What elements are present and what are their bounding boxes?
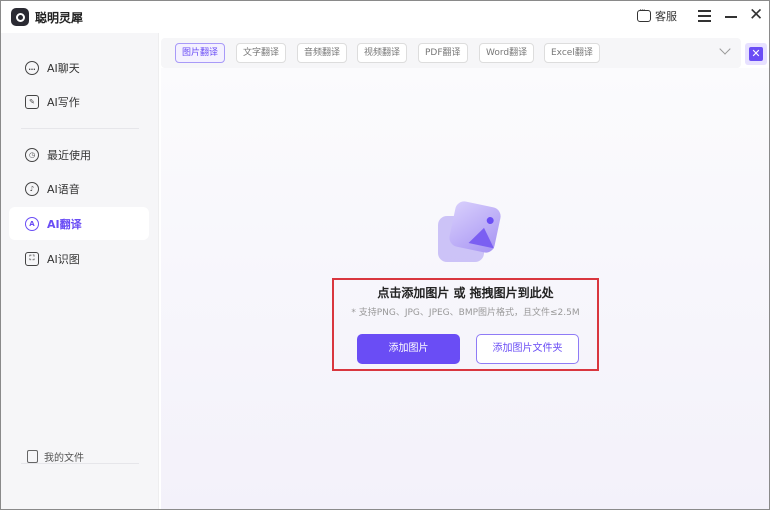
close-icon[interactable]: ✕ (749, 5, 763, 25)
sidebar-item-label: 最近使用 (47, 148, 91, 162)
voice-icon: ♪ (25, 181, 39, 196)
tab-word-translate[interactable]: Word翻译 (479, 43, 535, 63)
minimize-icon[interactable] (725, 16, 737, 18)
sidebar-item-label: AI写作 (47, 95, 80, 109)
sidebar-item-label: AI语音 (47, 182, 80, 196)
sidebar-item-ai-voice[interactable]: ♪ AI语音 (9, 172, 149, 205)
tab-text-translate[interactable]: 文字翻译 (236, 43, 287, 63)
my-files-link[interactable]: 我的文件 (27, 449, 84, 464)
customer-service-label: 客服 (655, 10, 677, 23)
app-logo-icon (11, 8, 29, 26)
menu-icon[interactable] (698, 10, 711, 22)
my-files-label: 我的文件 (44, 453, 84, 464)
tab-excel-translate[interactable]: Excel翻译 (544, 43, 600, 63)
chat-bubble-icon (637, 6, 651, 22)
chat-icon: … (25, 60, 39, 75)
history-icon: ◷ (25, 147, 39, 162)
image-recognition-icon: ⛶ (25, 251, 39, 266)
upload-drop-zone[interactable]: 点击添加图片 或 拖拽图片到此处 * 支持PNG、JPG、JPEG、BMP图片格… (332, 278, 599, 371)
tab-video-translate[interactable]: 视频翻译 (357, 43, 408, 63)
sidebar-item-ai-translate[interactable]: A AI翻译 (9, 207, 149, 240)
translate-icon: A (25, 216, 39, 231)
sidebar-item-label: AI识图 (47, 252, 80, 266)
app-title: 聪明灵犀 (35, 11, 84, 25)
panel-close-button[interactable]: ✕ (745, 43, 767, 65)
image-upload-illustration (438, 199, 503, 262)
sidebar-item-label: AI聊天 (47, 61, 80, 75)
tab-pdf-translate[interactable]: PDF翻译 (418, 43, 468, 63)
sidebar-item-recent[interactable]: ◷ 最近使用 (9, 138, 149, 171)
sidebar-divider (21, 128, 139, 129)
tab-audio-translate[interactable]: 音频翻译 (297, 43, 348, 63)
translate-tab-bar: 图片翻译 文字翻译 音频翻译 视频翻译 PDF翻译 Word翻译 Excel翻译 (161, 38, 741, 68)
sidebar-item-ai-chat[interactable]: … AI聊天 (9, 51, 149, 84)
add-image-folder-button[interactable]: 添加图片文件夹 (476, 334, 579, 364)
writing-icon: ✎ (25, 94, 39, 109)
tab-image-translate[interactable]: 图片翻译 (175, 43, 226, 63)
sidebar: … AI聊天 ✎ AI写作 ◷ 最近使用 ♪ AI语音 A AI翻译 ⛶ AI识… (1, 33, 159, 509)
title-bar: 聪明灵犀 客服 ✕ (1, 1, 769, 33)
close-icon: ✕ (749, 47, 763, 61)
sidebar-item-label: AI翻译 (47, 217, 82, 231)
upload-title: 点击添加图片 或 拖拽图片到此处 (377, 286, 554, 300)
file-icon (27, 450, 38, 463)
customer-service-button[interactable]: 客服 (637, 6, 677, 24)
upload-format-hint: * 支持PNG、JPG、JPEG、BMP图片格式，且文件≤2.5M (351, 308, 580, 318)
sidebar-item-ai-image-recognition[interactable]: ⛶ AI识图 (9, 242, 149, 275)
add-image-button[interactable]: 添加图片 (357, 334, 460, 364)
sidebar-item-ai-writing[interactable]: ✎ AI写作 (9, 85, 149, 118)
